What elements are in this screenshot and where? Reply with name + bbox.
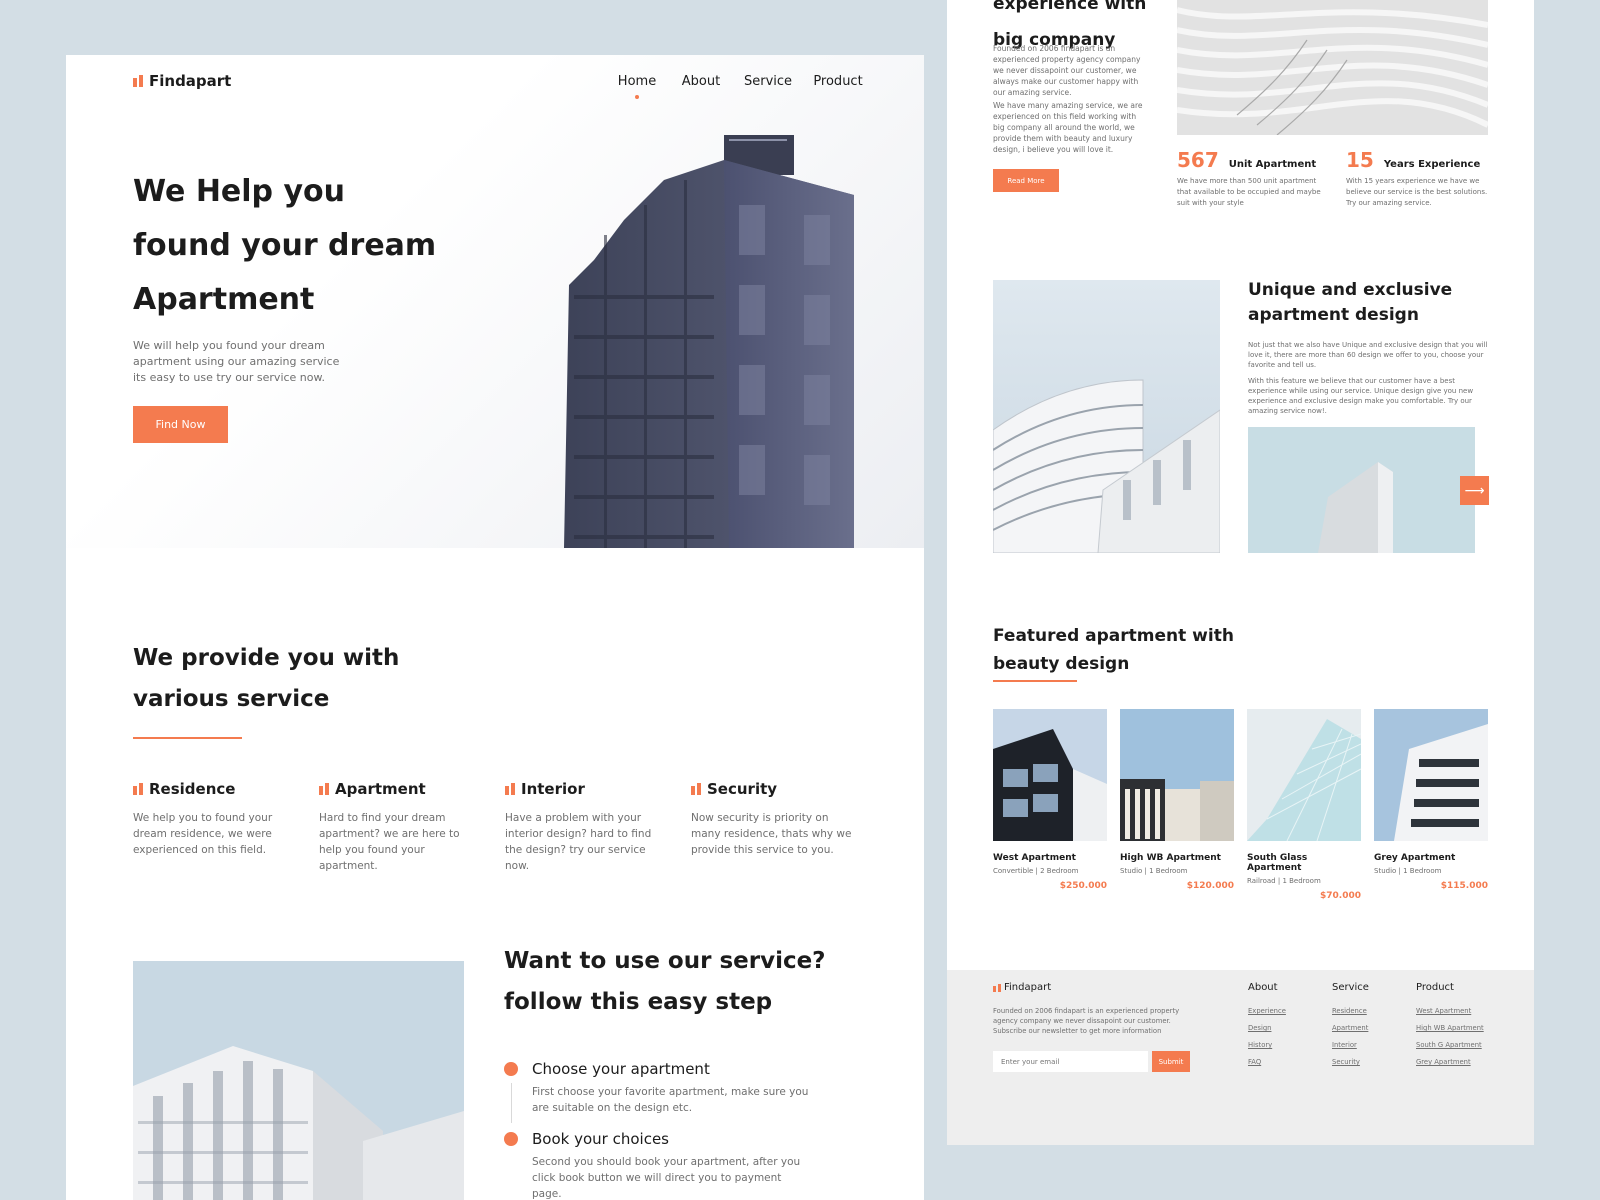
logo-icon (133, 75, 143, 87)
grey-apartment-image (1374, 709, 1488, 841)
right-page: experience with big company Founded on 2… (947, 0, 1534, 1145)
hero-title: We Help you found your dream Apartment (133, 174, 437, 317)
footer-link[interactable]: History (1248, 1037, 1286, 1054)
footer-link[interactable]: Apartment (1332, 1020, 1369, 1037)
bar-icon (691, 783, 701, 795)
footer-link[interactable]: Interior (1332, 1037, 1369, 1054)
nav-menu: Home About Service Product (605, 74, 873, 99)
footer-column-service: Service Residence Apartment Interior Sec… (1332, 982, 1369, 1071)
footer-link[interactable]: FAQ (1248, 1054, 1286, 1071)
services-title-underline (133, 737, 242, 739)
west-apartment-image (993, 709, 1107, 841)
arrow-right-icon: ⟶ (1464, 482, 1485, 499)
unique-paragraph-1: Not just that we also have Unique and ex… (1248, 341, 1488, 369)
bar-icon (133, 783, 143, 795)
bar-icon (505, 783, 515, 795)
service-list: Residence We help you to found your drea… (133, 780, 877, 874)
find-now-button[interactable]: Find Now (133, 406, 228, 443)
footer-link[interactable]: Design (1248, 1020, 1286, 1037)
steps-title: Want to use our service? follow this eas… (504, 948, 826, 1015)
curved-building-image (993, 280, 1220, 553)
next-arrow-button[interactable]: ⟶ (1460, 476, 1489, 505)
high-wb-apartment-image (1120, 709, 1234, 841)
navbar-logo[interactable]: Findapart (133, 72, 231, 90)
apartment-card-west[interactable]: West Apartment Convertible | 2 Bedroom $… (993, 709, 1107, 901)
step-dot-icon (504, 1132, 518, 1146)
apartment-card-grey[interactable]: Grey Apartment Studio | 1 Bedroom $115.0… (1374, 709, 1488, 901)
featured-title-underline (993, 680, 1077, 682)
white-building-image (133, 961, 464, 1200)
footer-link[interactable]: West Apartment (1416, 1003, 1484, 1020)
footer-link[interactable]: Grey Apartment (1416, 1054, 1484, 1071)
footer-column-about: About Experience Design History FAQ (1248, 982, 1286, 1071)
left-page: Findapart Home About Service Product We … (66, 55, 924, 1200)
service-item-apartment[interactable]: Apartment Hard to find your dream apartm… (319, 780, 505, 874)
nav-product[interactable]: Product (803, 74, 873, 89)
read-more-button[interactable]: Read More (993, 169, 1059, 192)
unique-paragraph-2: With this feature we believe that our cu… (1248, 377, 1474, 415)
service-item-security[interactable]: Security Now security is priority on man… (691, 780, 877, 874)
hero-description: We will help you found your dream apartm… (133, 339, 340, 384)
services-title: We provide you with various service (133, 645, 400, 712)
nav-active-dot (635, 95, 639, 99)
step-dot-icon (504, 1062, 518, 1076)
unique-title: Unique and exclusive apartment design (1248, 280, 1453, 325)
step-item-2: Book your choices Second you should book… (504, 1130, 812, 1200)
nav-service[interactable]: Service (733, 74, 803, 89)
nav-about[interactable]: About (669, 74, 733, 89)
apartment-card-south-glass[interactable]: South Glass Apartment Railroad | 1 Bedro… (1247, 709, 1361, 901)
stat-years-experience: 15 Years Experience With 15 years experi… (1346, 148, 1488, 207)
footer-description: Founded on 2006 findapart is an experien… (993, 1007, 1180, 1035)
footer-link[interactable]: High WB Apartment (1416, 1020, 1484, 1037)
hero-building-image (564, 135, 854, 548)
bar-icon (319, 783, 329, 795)
experience-paragraph-2: We have many amazing service, we are exp… (993, 101, 1143, 154)
footer: Findapart Founded on 2006 findapart is a… (947, 970, 1534, 1145)
newsletter-submit-button[interactable]: Submit (1152, 1051, 1190, 1072)
newsletter-email-input[interactable] (993, 1051, 1148, 1072)
featured-title: Featured apartment with beauty design (993, 626, 1234, 674)
footer-link[interactable]: South G Apartment (1416, 1037, 1484, 1054)
footer-link[interactable]: Experience (1248, 1003, 1286, 1020)
logo-text: Findapart (149, 72, 232, 90)
footer-link[interactable]: Residence (1332, 1003, 1369, 1020)
tall-tower-image (1248, 427, 1475, 553)
wave-building-image (1177, 0, 1488, 135)
service-item-residence[interactable]: Residence We help you to found your drea… (133, 780, 319, 874)
footer-logo[interactable]: Findapart (993, 982, 1051, 993)
footer-column-product: Product West Apartment High WB Apartment… (1416, 982, 1484, 1071)
service-item-interior[interactable]: Interior Have a problem with your interi… (505, 780, 691, 874)
apartment-card-high-wb[interactable]: High WB Apartment Studio | 1 Bedroom $12… (1120, 709, 1234, 901)
step-item-1: Choose your apartment First choose your … (504, 1060, 812, 1116)
footer-link[interactable]: Security (1332, 1054, 1369, 1071)
south-glass-apartment-image (1247, 709, 1361, 841)
stat-unit-apartment: 567 Unit Apartment We have more than 500… (1177, 148, 1321, 207)
logo-icon (993, 983, 1001, 992)
experience-paragraph-1: Founded on 2006 findapart is an experien… (993, 44, 1141, 97)
nav-home[interactable]: Home (605, 74, 669, 99)
featured-list: West Apartment Convertible | 2 Bedroom $… (993, 709, 1488, 901)
